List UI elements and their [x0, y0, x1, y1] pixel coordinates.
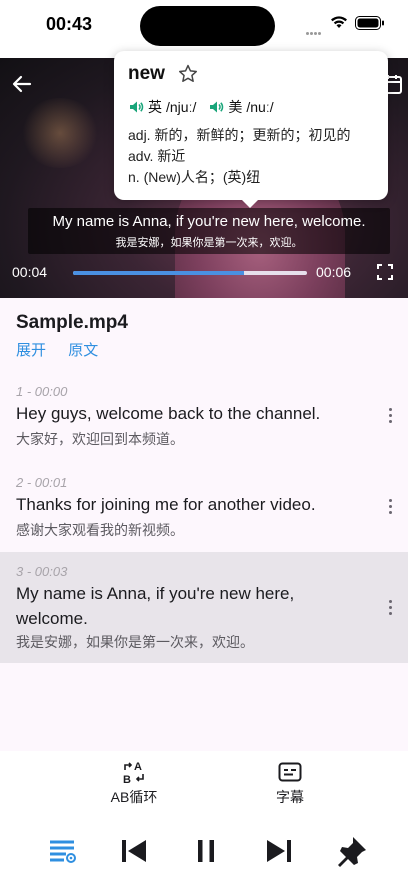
- progress-fill: [73, 271, 244, 275]
- transcript-item[interactable]: 2 - 00:01 Thanks for joining me for anot…: [0, 463, 408, 553]
- transcript-english[interactable]: Hey guys, welcome back to the channel.: [16, 401, 366, 426]
- uk-phonetic: /njuː/: [166, 99, 197, 115]
- subtitle-label: 字幕: [276, 789, 304, 805]
- pause-icon[interactable]: [188, 833, 224, 869]
- transcript-english[interactable]: Thanks for joining me for another video.: [16, 492, 366, 517]
- transcript-chinese: 大家好，欢迎回到本频道。: [16, 431, 184, 447]
- definition-line: adv. 新近: [128, 148, 186, 164]
- duration: 00:06: [316, 264, 352, 280]
- dictionary-word: new: [128, 63, 165, 84]
- fullscreen-icon[interactable]: [377, 264, 393, 280]
- transcript-item-active[interactable]: 3 - 00:03 My name is Anna, if you're new…: [0, 552, 408, 663]
- subtitle-english[interactable]: My name is Anna, if you're new here, wel…: [28, 213, 390, 230]
- definitions: adj. 新的，新鲜的；更新的；初见的 adv. 新近 n. (New)人名；(…: [128, 125, 374, 188]
- transcript-chinese: 我是安娜，如果你是第一次来，欢迎。: [16, 634, 254, 650]
- svg-text:A: A: [134, 761, 142, 773]
- next-icon[interactable]: [261, 833, 297, 869]
- status-bar: 00:43: [0, 0, 408, 58]
- ab-loop-button[interactable]: A B AB循环: [94, 759, 174, 807]
- more-options-icon[interactable]: [386, 408, 394, 424]
- ab-loop-icon: A B: [123, 761, 144, 785]
- transcript-chinese: 感谢大家观看我的新视频。: [16, 522, 184, 538]
- file-title: Sample.mp4: [16, 312, 128, 333]
- playback-controls: 00:04 00:06: [0, 260, 408, 284]
- playlist-settings-icon[interactable]: [44, 833, 80, 869]
- wifi-icon: [331, 16, 347, 28]
- subtitle-chinese: 我是安娜，如果你是第一次来，欢迎。: [115, 237, 303, 249]
- video-background-light: [20, 98, 100, 168]
- subtitle-button[interactable]: 字幕: [250, 759, 330, 807]
- player-controls: [0, 833, 408, 869]
- definition-line: n. (New)人名；(英)纽: [128, 169, 261, 185]
- expand-link[interactable]: 展开: [16, 342, 46, 359]
- bottom-toolbar: A B AB循环 字幕: [0, 751, 408, 883]
- ab-loop-label: AB循环: [110, 789, 158, 805]
- speaker-icon[interactable]: [208, 99, 224, 115]
- progress-slider[interactable]: [73, 271, 307, 275]
- uk-label: 英: [148, 99, 162, 115]
- more-options-icon[interactable]: [386, 600, 394, 616]
- transcript-meta: 3 - 00:03: [16, 564, 68, 579]
- definition-line: adj. 新的，新鲜的；更新的；初见的: [128, 127, 351, 143]
- star-icon[interactable]: [177, 63, 199, 85]
- more-options-icon[interactable]: [386, 499, 394, 515]
- speaker-icon[interactable]: [128, 99, 144, 115]
- us-label: 美: [228, 99, 243, 115]
- signal-dots-icon: [306, 22, 322, 35]
- video-subtitle[interactable]: My name is Anna, if you're new here, wel…: [28, 208, 390, 254]
- pin-icon[interactable]: [334, 833, 370, 869]
- transcript-meta: 1 - 00:00: [16, 384, 68, 399]
- status-time: 00:43: [46, 14, 93, 34]
- transcript-english[interactable]: My name is Anna, if you're new here, wel…: [16, 581, 366, 631]
- original-text-link[interactable]: 原文: [68, 342, 98, 359]
- previous-icon[interactable]: [116, 833, 152, 869]
- phonetics: 英 /njuː/ 美 /nuː/: [128, 97, 374, 117]
- transcript-item[interactable]: 1 - 00:00 Hey guys, welcome back to the …: [0, 372, 408, 462]
- svg-text:B: B: [123, 774, 131, 785]
- battery-icon: [355, 16, 384, 30]
- us-phonetic: /nuː/: [246, 99, 274, 115]
- transcript-meta: 2 - 00:01: [16, 475, 68, 490]
- uk-pronunciation[interactable]: 英 /njuː/: [128, 97, 196, 117]
- dynamic-island: [140, 6, 275, 46]
- subtitle-icon: [278, 762, 302, 782]
- us-pronunciation[interactable]: 美 /nuː/: [208, 97, 274, 117]
- current-time: 00:04: [12, 264, 48, 280]
- dictionary-popup: new 英 /njuː/ 美 /nuː/ adj. 新的，新鲜的；更新的；初见的: [114, 51, 388, 208]
- file-actions: 展开 原文: [16, 339, 116, 360]
- back-arrow-icon[interactable]: [10, 72, 34, 96]
